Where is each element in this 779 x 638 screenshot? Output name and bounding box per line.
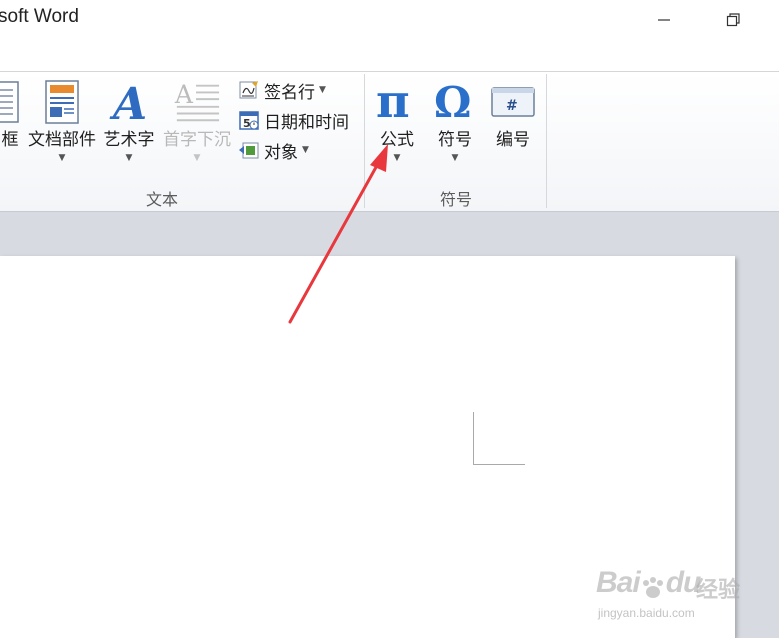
minimize-icon [658, 19, 670, 21]
wordart-label: 艺术字 [103, 130, 155, 150]
date-time-label: 日期和时间 [264, 112, 349, 133]
chevron-down-icon: ▼ [58, 153, 66, 163]
drop-cap-label: 首字下沉 [163, 130, 231, 150]
group-divider [364, 74, 365, 208]
signature-icon [238, 79, 260, 101]
textbox-button[interactable]: 框 [0, 74, 22, 166]
chevron-down-icon: ▼ [125, 153, 133, 163]
quick-parts-icon [38, 78, 86, 126]
symbol-button[interactable]: Ω 符号 ▼ [430, 74, 480, 166]
equation-button[interactable]: π 公式 ▼ [372, 74, 422, 166]
svg-text:#: # [506, 98, 518, 114]
signature-line-button[interactable]: 签名行 ▼ [238, 76, 326, 104]
number-icon: # [489, 78, 537, 126]
chevron-down-icon: ▼ [393, 153, 401, 163]
calendar-icon: 5 [238, 109, 260, 131]
document-page[interactable] [0, 256, 735, 638]
pi-icon: π [373, 78, 421, 126]
object-label: 对象 [264, 142, 298, 163]
number-label: 编号 [496, 130, 530, 150]
chevron-down-icon: ▼ [193, 153, 201, 163]
drop-cap-icon: A [173, 78, 221, 126]
svg-text:5: 5 [243, 117, 251, 130]
symbols-group-label: 符号 [439, 190, 472, 209]
group-divider [546, 74, 547, 208]
object-button[interactable]: 对象 ▼ [238, 136, 309, 164]
margin-corner-mark [473, 464, 525, 465]
quick-parts-label: 文档部件 [28, 130, 96, 150]
ribbon-insert-tab: 框 文档部件 ▼ A 艺术字 ▼ A 首字下沉 ▼ 签名行 ▼ 5 日期和时间 … [0, 72, 779, 212]
symbol-label: 符号 [438, 130, 472, 150]
wordart-button[interactable]: A 艺术字 ▼ [100, 74, 158, 166]
quick-parts-button[interactable]: 文档部件 ▼ [24, 74, 100, 166]
wordart-icon: A [105, 78, 153, 126]
number-button[interactable]: # 编号 [488, 74, 538, 166]
chevron-down-icon: ▼ [302, 145, 309, 155]
svg-text:π: π [376, 79, 410, 125]
equation-label: 公式 [380, 130, 414, 150]
window-title: soft Word [0, 6, 79, 27]
object-icon [238, 139, 260, 161]
margin-corner-mark [473, 412, 474, 465]
restore-button[interactable] [719, 6, 747, 34]
svg-text:Ω: Ω [434, 79, 471, 125]
title-bar: soft Word [0, 0, 779, 72]
minimize-button[interactable] [650, 6, 678, 34]
date-time-button[interactable]: 5 日期和时间 [238, 106, 349, 134]
svg-text:A: A [174, 80, 194, 109]
omega-icon: Ω [431, 78, 479, 126]
textbox-label: 框 [1, 130, 19, 150]
signature-label: 签名行 [264, 82, 315, 103]
chevron-down-icon: ▼ [451, 153, 459, 163]
text-group-label: 文本 [145, 190, 178, 209]
drop-cap-button[interactable]: A 首字下沉 ▼ [160, 74, 234, 166]
restore-icon [726, 13, 740, 27]
chevron-down-icon: ▼ [319, 85, 326, 95]
svg-text:A: A [109, 79, 147, 125]
